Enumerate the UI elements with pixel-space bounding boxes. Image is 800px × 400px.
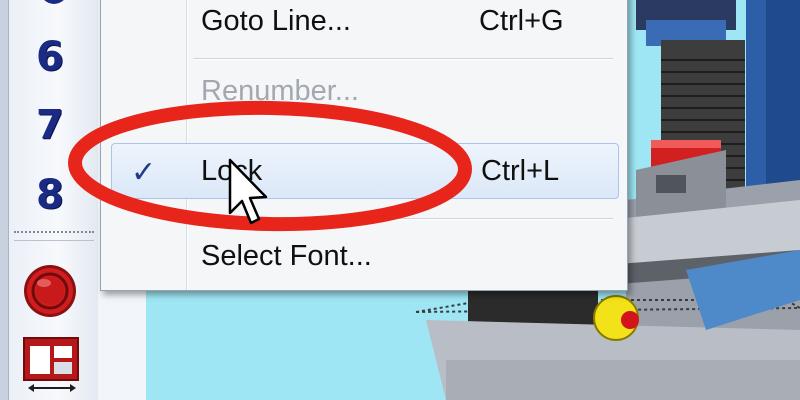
tool-button-7[interactable]: 7 (36, 102, 76, 148)
tool-number-label: 8 (36, 172, 64, 218)
menu-separator (193, 218, 613, 220)
checkmark-icon: ✓ (131, 156, 157, 189)
menu-item-shortcut: Ctrl+L (481, 155, 560, 187)
tool-number-label: 7 (36, 102, 64, 148)
menu-item-label: Goto Line... (201, 5, 351, 37)
menu-separator (193, 58, 613, 60)
menu-item-shortcut: Ctrl+G (479, 5, 564, 37)
record-icon (24, 265, 76, 317)
menu-item-renumber[interactable]: Renumber... (101, 67, 627, 123)
layout-button[interactable] (22, 334, 82, 394)
menu-item-goto-line[interactable]: Goto Line... Ctrl+G (101, 0, 627, 51)
toolbar-divider (14, 231, 94, 233)
tool-button-8[interactable]: 8 (36, 172, 76, 218)
context-menu: Goto Line... Ctrl+G Renumber... ✓ Lock C… (100, 0, 628, 291)
toolbar-grip[interactable] (0, 0, 9, 400)
tool-button-6[interactable]: 6 (36, 34, 76, 80)
menu-item-label: Lock (201, 155, 263, 187)
menu-item-label: Select Font... (201, 240, 372, 272)
menu-item-lock[interactable]: ✓ Lock Ctrl+L (101, 141, 627, 199)
menu-item-label: Renumber... (201, 75, 359, 107)
tool-number-label: 6 (36, 34, 64, 80)
tool-toolbar: 6 7 8 (0, 0, 99, 400)
tool-button-partial[interactable] (40, 0, 68, 4)
layout-split-icon (23, 337, 79, 392)
menu-item-select-font[interactable]: Select Font... (101, 226, 627, 282)
record-button[interactable] (22, 263, 78, 319)
toolbar-divider (14, 240, 94, 241)
